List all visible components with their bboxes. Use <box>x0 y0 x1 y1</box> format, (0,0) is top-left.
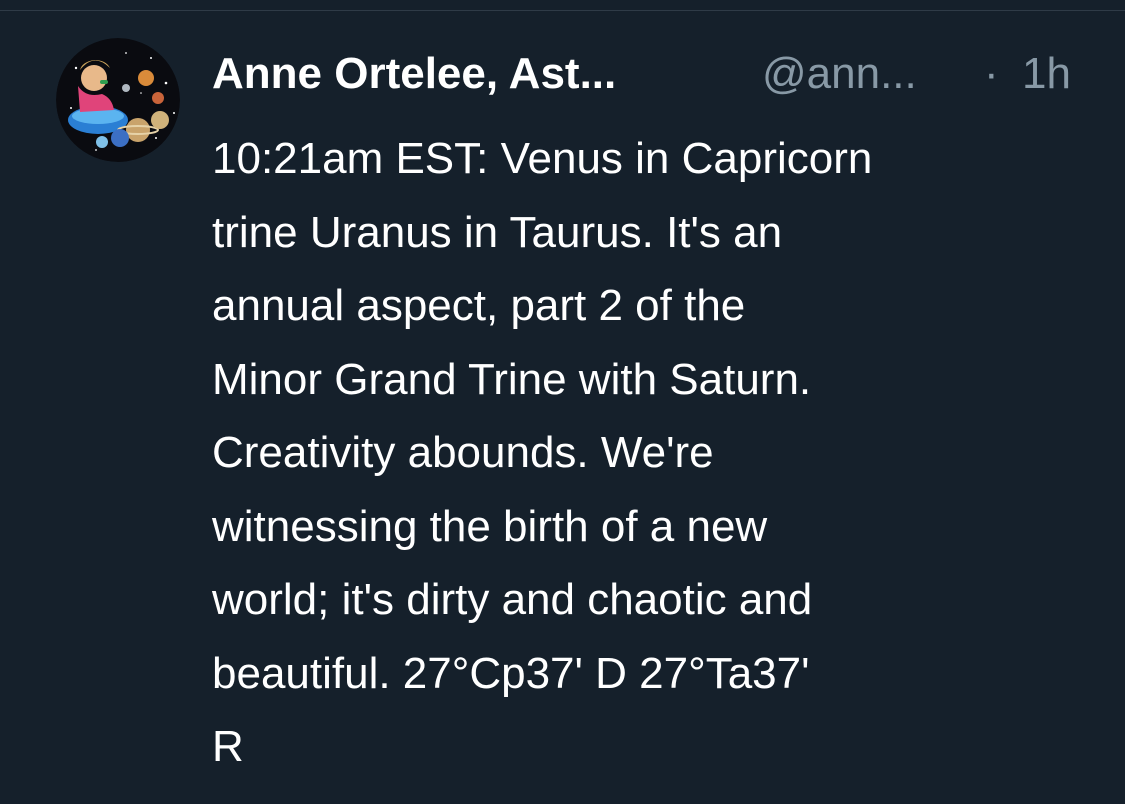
user-handle[interactable]: @ann... <box>762 44 917 104</box>
tweet-body-line: beautiful. 27°Cp37' D 27°Ta37' <box>212 648 810 698</box>
tweet-body-line: trine Uranus in Taurus. It's an <box>212 207 783 257</box>
tweet-body-line: Creativity abounds. We're <box>212 428 714 477</box>
tweet-body-line: Minor Grand Trine with Saturn. <box>212 354 812 404</box>
tweet-body-line: witnessing the birth of a new <box>212 501 768 551</box>
avatar[interactable] <box>56 38 180 162</box>
tweet-header: Anne Ortelee, Ast... @ann... · 1h <box>212 44 1092 104</box>
tweet-body-line: 10:21am EST: Venus in Capricorn <box>212 134 873 183</box>
display-name[interactable]: Anne Ortelee, Ast... <box>212 44 616 104</box>
tweet-body-line: world; it's dirty and chaotic and <box>212 575 813 624</box>
tweet-body-line: annual aspect, part 2 of the <box>212 281 746 330</box>
timestamp[interactable]: 1h <box>1022 44 1071 104</box>
tweet-body: 10:21am EST: Venus in Capricorn trine Ur… <box>212 122 1092 784</box>
tweet-body-line: R <box>212 722 244 771</box>
tweet[interactable]: Anne Ortelee, Ast... @ann... · 1h 10:21a… <box>0 0 1125 804</box>
separator-dot: · <box>984 49 999 98</box>
astrology-avatar-icon <box>56 38 180 162</box>
